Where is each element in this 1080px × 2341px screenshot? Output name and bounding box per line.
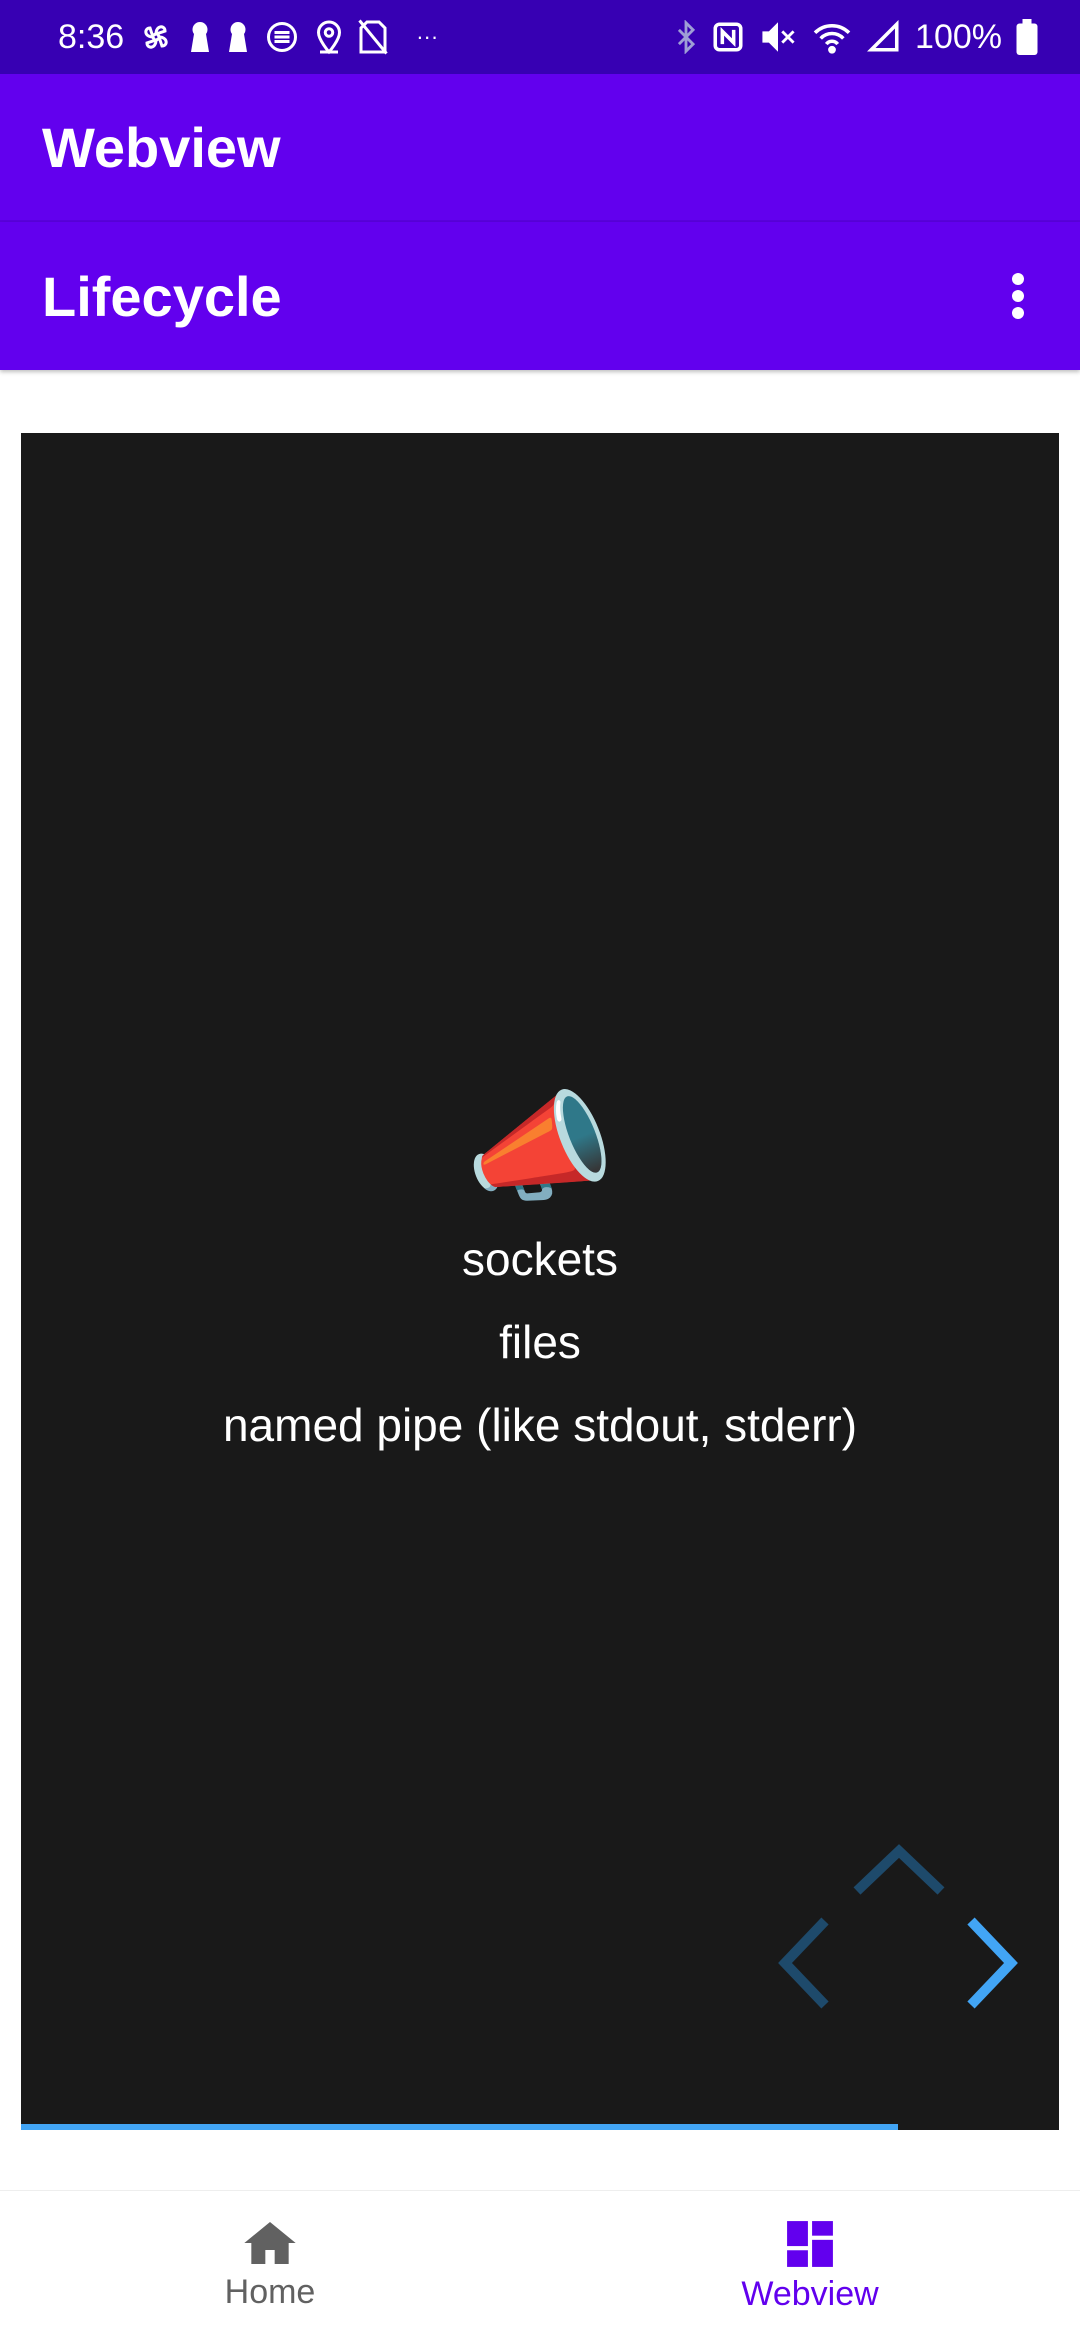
slide-content: 📣 sockets files named pipe (like stdout,… (21, 1078, 1059, 1467)
nav-left-arrow-icon[interactable] (777, 1913, 833, 2013)
wifi-icon (811, 20, 853, 54)
bluetooth-icon (675, 20, 697, 54)
slide-line: named pipe (like stdout, stderr) (222, 1399, 858, 1451)
more-vert-icon (1012, 273, 1024, 319)
nfc-icon (711, 20, 745, 54)
nav-item-label: Home (224, 2273, 316, 2311)
status-bar: 8:36 ··· 100% (0, 0, 1080, 74)
vibrate-mute-icon (759, 20, 797, 54)
pinwheel-icon (138, 19, 174, 55)
status-time: 8:36 (58, 17, 125, 56)
status-left: 8:36 ··· (58, 18, 438, 57)
slide-progress-bar (21, 2124, 899, 2130)
nav-item-webview[interactable]: Webview (540, 2191, 1080, 2341)
slide-line: files (499, 1316, 581, 1368)
battery-icon (1016, 19, 1038, 55)
keyhole-icon (188, 19, 212, 55)
keyhole-icon (226, 19, 250, 55)
toolbar: Lifecycle (0, 222, 1080, 370)
slide-line: sockets (462, 1233, 618, 1285)
app-bar: Webview (0, 74, 1080, 220)
overflow-menu-button[interactable] (986, 256, 1050, 336)
home-icon (244, 2222, 296, 2264)
bottom-navigation: Home Webview (0, 2190, 1080, 2341)
status-right: 100% (675, 18, 1038, 57)
webview-presentation[interactable]: 📣 sockets files named pipe (like stdout,… (21, 433, 1059, 2130)
megaphone-icon: 📣 (465, 1081, 615, 1215)
toolbar-title: Lifecycle (42, 264, 282, 328)
more-notifications-icon: ··· (416, 24, 439, 49)
sync-icon (264, 19, 300, 55)
nav-item-label: Webview (741, 2275, 879, 2313)
nav-up-arrow-icon[interactable] (849, 1843, 949, 1899)
dashboard-icon (787, 2221, 833, 2267)
battery-percent: 100% (915, 17, 1002, 56)
nav-right-arrow-icon[interactable] (963, 1913, 1019, 2013)
nav-item-home[interactable]: Home (0, 2191, 540, 2341)
app-title: Webview (42, 115, 281, 179)
signal-icon (867, 20, 901, 54)
no-sim-icon (358, 19, 388, 55)
location-icon (314, 19, 344, 55)
